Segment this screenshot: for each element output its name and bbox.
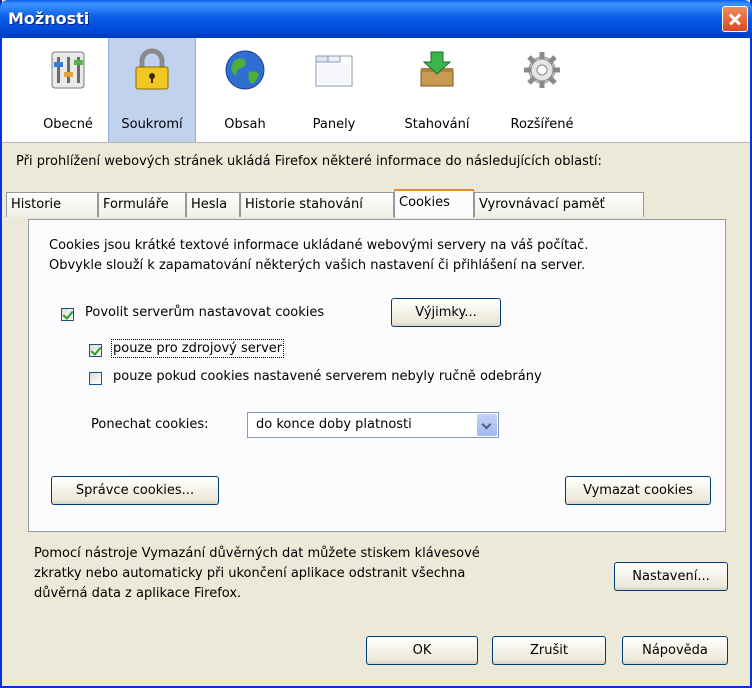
pane-general[interactable]: Obecné <box>28 38 108 142</box>
pane-content[interactable]: Obsah <box>196 38 294 142</box>
cancel-button[interactable]: Zrušit <box>492 636 606 665</box>
options-dialog: Možnosti Obecné Soukromí Obsah Panely St… <box>0 0 752 688</box>
origin-only-label[interactable]: pouze pro zdrojový server <box>110 339 285 358</box>
cookies-description-line2: Obvykle slouží k zapamatování některých … <box>49 258 586 273</box>
cookie-manager-button[interactable]: Správce cookies... <box>51 476 219 505</box>
globe-icon <box>225 50 265 90</box>
general-icon <box>51 51 85 89</box>
chevron-down-icon[interactable] <box>477 414 497 436</box>
tab-download-history[interactable]: Historie stahování <box>240 192 394 217</box>
pane-tabs[interactable]: Panely <box>294 38 374 142</box>
keep-cookies-value: do konce doby platnosti <box>256 417 412 432</box>
private-data-settings-button[interactable]: Nastavení... <box>614 562 728 591</box>
pane-label: Stahování <box>404 117 470 132</box>
cookies-description-line1: Cookies jsou krátké textové informace uk… <box>49 238 589 253</box>
keep-cookies-select[interactable]: do konce doby platnosti <box>247 412 499 438</box>
cookies-panel: Cookies jsou krátké textové informace uk… <box>28 219 726 532</box>
pane-label: Obecné <box>43 117 93 132</box>
gear-icon <box>524 52 560 88</box>
tab-cookies[interactable]: Cookies <box>394 189 474 218</box>
exceptions-button[interactable]: Výjimky... <box>391 298 501 327</box>
pane-advanced[interactable]: Rozšířené <box>492 38 592 142</box>
title-bar[interactable]: Možnosti <box>0 0 752 38</box>
pane-label: Rozšířené <box>510 117 574 132</box>
close-button[interactable] <box>722 6 748 32</box>
allow-cookies-label[interactable]: Povolit serverům nastavovat cookies <box>85 305 324 320</box>
pane-label: Obsah <box>224 117 266 132</box>
keep-cookies-label: Ponechat cookies: <box>91 417 209 432</box>
ok-button[interactable]: OK <box>366 636 478 665</box>
preferences-toolbar: Obecné Soukromí Obsah Panely Stahování R… <box>2 38 750 143</box>
intro-text: Při prohlížení webových stránek ukládá F… <box>16 154 602 169</box>
tabs-window-icon <box>315 55 353 87</box>
pane-downloads[interactable]: Stahování <box>386 38 488 142</box>
pane-label: Soukromí <box>121 117 183 132</box>
unless-removed-checkbox[interactable] <box>89 372 102 385</box>
tab-passwords[interactable]: Hesla <box>186 192 240 217</box>
pane-privacy[interactable]: Soukromí <box>108 38 196 142</box>
private-data-line2: zkratky nebo automaticky při ukončení ap… <box>34 566 466 581</box>
unless-removed-label[interactable]: pouze pokud cookies nastavené serverem n… <box>113 369 542 384</box>
private-data-line3: důvěrná data z aplikace Firefox. <box>34 586 242 601</box>
clear-cookies-button[interactable]: Vymazat cookies <box>565 476 711 505</box>
origin-only-checkbox[interactable] <box>89 344 102 357</box>
pane-label: Panely <box>312 117 356 132</box>
download-icon <box>420 51 454 87</box>
help-button[interactable]: Nápověda <box>622 636 728 665</box>
window-title: Možnosti <box>8 9 90 28</box>
tab-history[interactable]: Historie <box>6 192 98 217</box>
private-data-line1: Pomocí nástroje Vymazání důvěrných dat m… <box>34 546 480 561</box>
lock-icon <box>135 48 169 90</box>
allow-cookies-checkbox[interactable] <box>61 308 74 321</box>
tab-forms[interactable]: Formuláře <box>98 192 186 217</box>
tab-cache[interactable]: Vyrovnávací paměť <box>474 192 644 217</box>
